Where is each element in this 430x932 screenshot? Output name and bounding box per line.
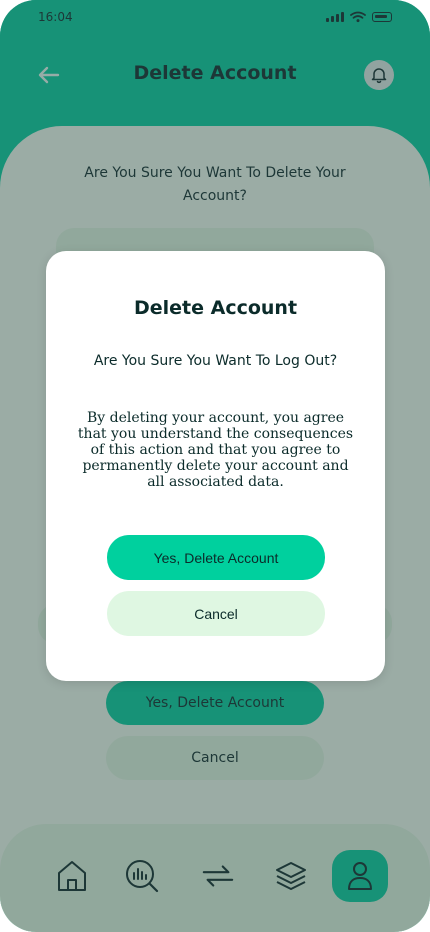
yes-delete-account-button[interactable]: Yes, Delete Account <box>107 535 325 580</box>
delete-account-dialog: Delete Account Are You Sure You Want To … <box>46 251 385 681</box>
dialog-body-text: By deleting your account, you agree that… <box>77 410 354 490</box>
dialog-title: Delete Account <box>133 297 298 319</box>
phone-screen: 16:04 Delete Account Are You Sure You Wa… <box>0 0 430 932</box>
dialog-question: Are You Sure You Want To Log Out? <box>93 353 338 369</box>
cancel-button[interactable]: Cancel <box>107 591 325 636</box>
